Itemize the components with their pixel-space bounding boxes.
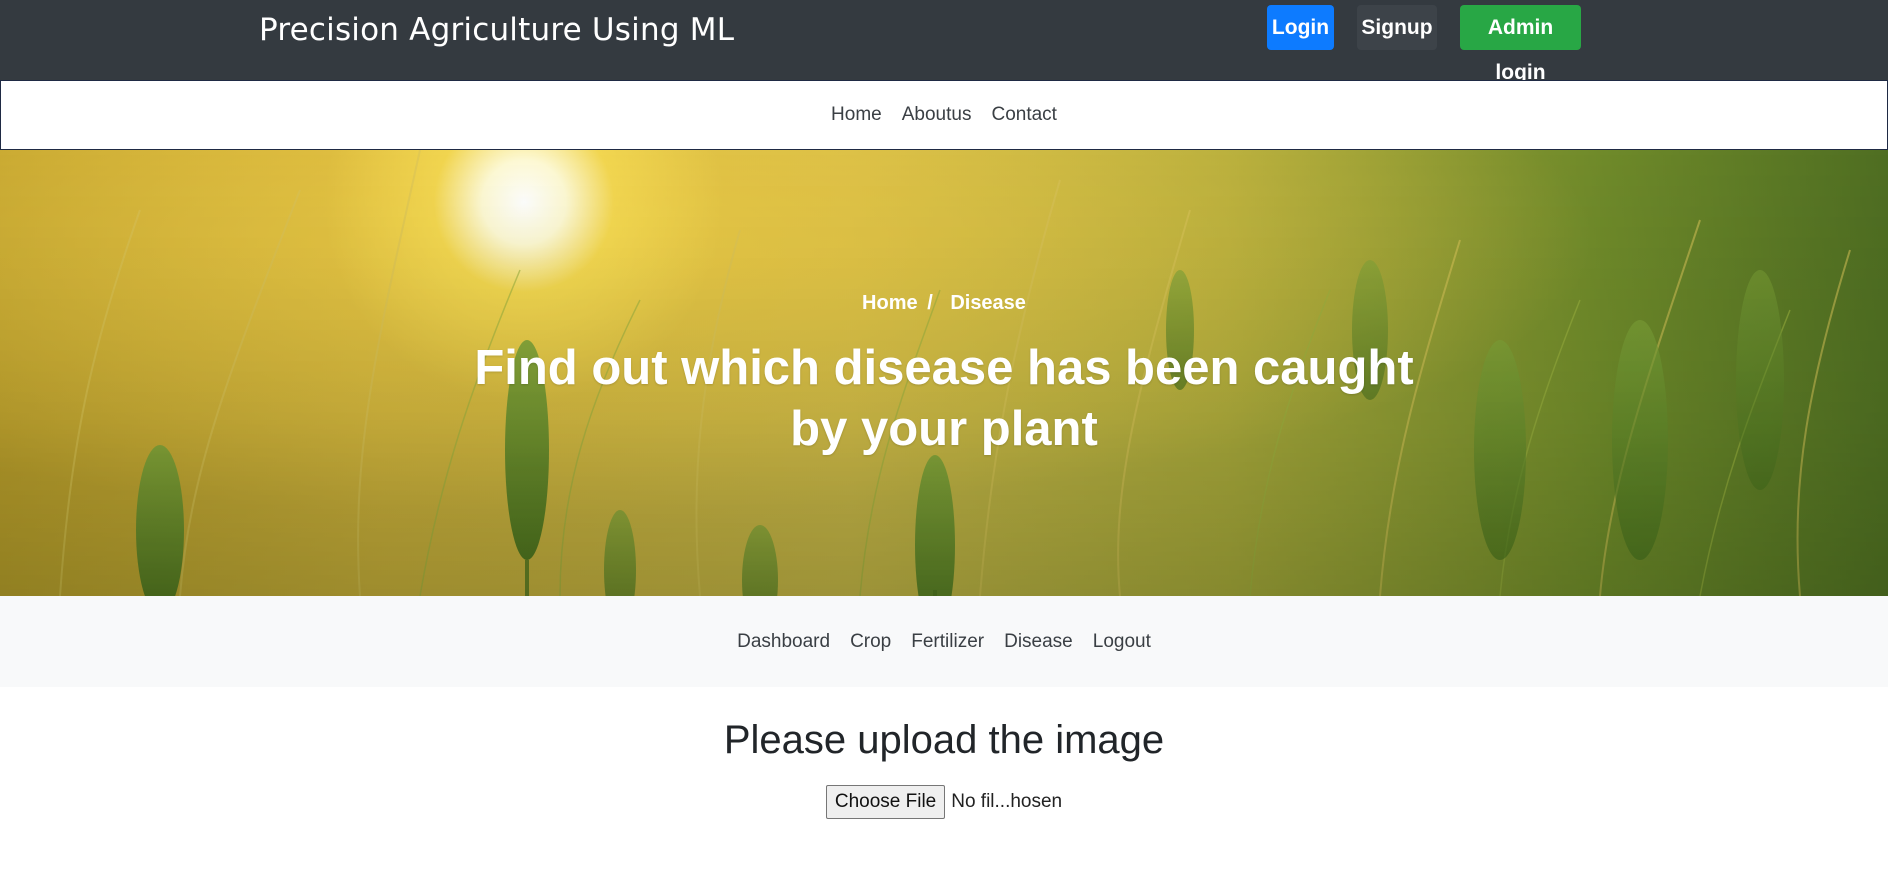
nav-link-logout[interactable]: Logout <box>1093 631 1151 653</box>
nav-link-contact[interactable]: Contact <box>991 104 1056 126</box>
login-button[interactable]: Login <box>1267 5 1334 50</box>
nav-link-home[interactable]: Home <box>831 104 882 126</box>
admin-login-button[interactable]: Admin login <box>1460 5 1581 84</box>
breadcrumb-current: Disease <box>950 292 1026 314</box>
upload-heading: Please upload the image <box>723 718 1165 762</box>
top-bar: Precision Agriculture Using ML Login Sig… <box>0 0 1888 84</box>
dashboard-nav: Dashboard Crop Fertilizer Disease Logout <box>0 596 1888 687</box>
hero-banner: Home / Disease Find out which disease ha… <box>0 150 1888 596</box>
brand-title[interactable]: Precision Agriculture Using ML <box>259 12 734 48</box>
nav-link-aboutus[interactable]: Aboutus <box>902 104 972 126</box>
hero-title: Find out which disease has been caught b… <box>0 338 1888 460</box>
choose-file-button[interactable]: Choose File <box>825 785 946 819</box>
file-input[interactable]: Choose File No fil...hosen <box>0 785 1888 819</box>
hero-title-line-2: by your plant <box>790 402 1098 456</box>
upload-section: Please upload the image Choose File No f… <box>0 717 1888 819</box>
signup-button[interactable]: Signup <box>1357 5 1437 50</box>
file-status-text: No fil...hosen <box>951 791 1063 812</box>
nav-link-fertilizer[interactable]: Fertilizer <box>911 631 984 653</box>
breadcrumb: Home / Disease <box>0 292 1888 315</box>
breadcrumb-separator: / <box>927 292 933 314</box>
nav-link-crop[interactable]: Crop <box>850 631 891 653</box>
hero-title-line-1: Find out which disease has been caught <box>474 341 1414 395</box>
nav-link-dashboard[interactable]: Dashboard <box>737 631 830 653</box>
breadcrumb-home[interactable]: Home <box>862 292 918 314</box>
nav-link-disease[interactable]: Disease <box>1004 631 1073 653</box>
main-nav: Home Aboutus Contact <box>0 80 1888 150</box>
